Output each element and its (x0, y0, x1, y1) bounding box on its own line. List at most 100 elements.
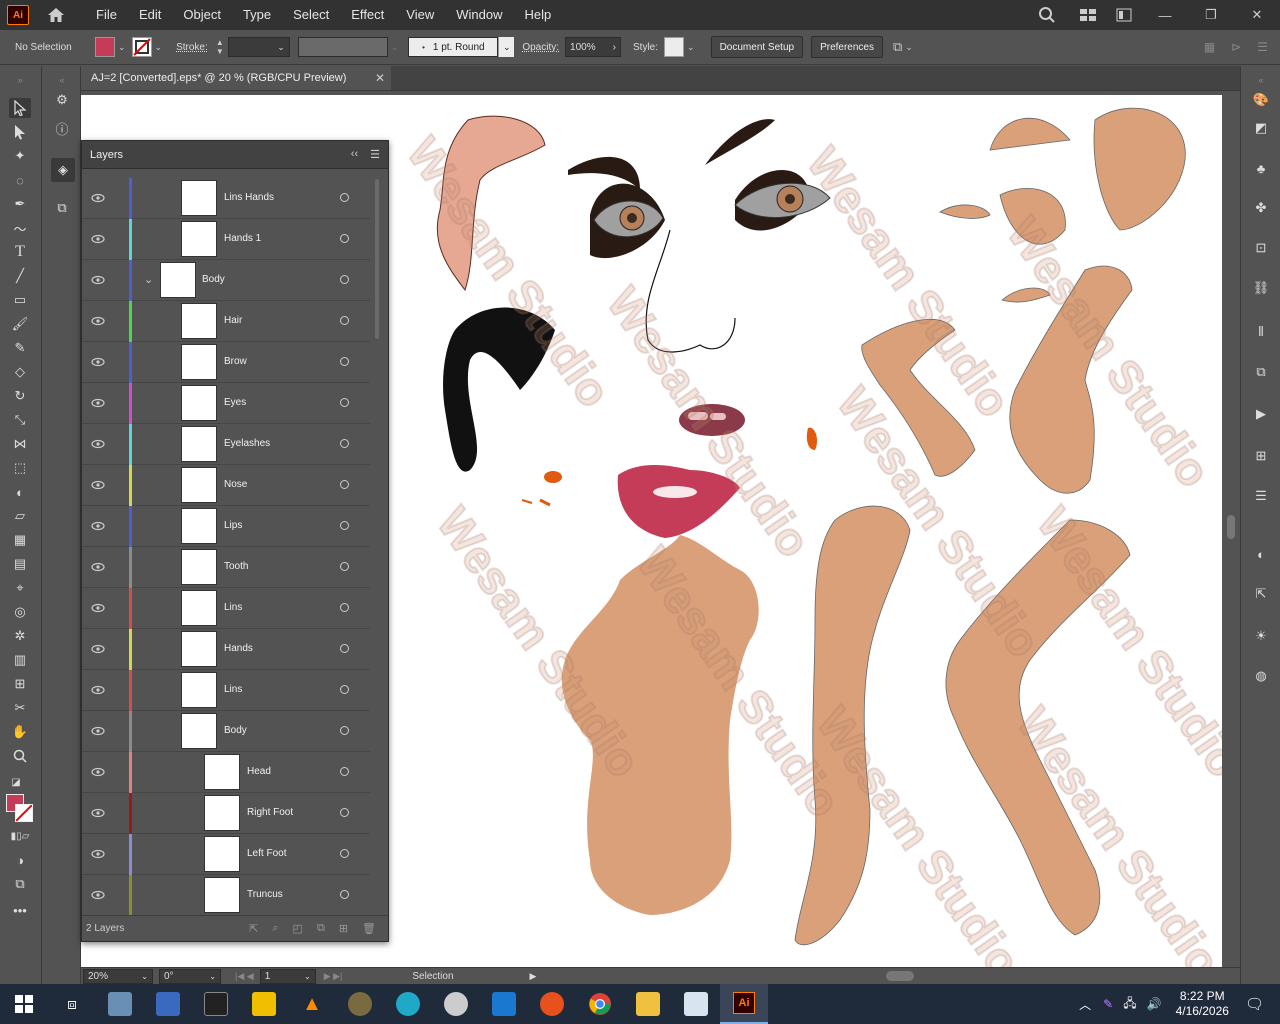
chrome-icon[interactable] (576, 984, 624, 1024)
layer-name[interactable]: Hands (224, 643, 253, 654)
variable-width-profile[interactable] (297, 37, 388, 57)
curvature-icon[interactable]: 〜 (9, 218, 31, 238)
pen-tool-icon[interactable]: ✒ (9, 194, 31, 214)
layer-row[interactable]: ›Lins (82, 588, 370, 629)
line-tool-icon[interactable]: ╱ (9, 266, 31, 286)
chevron-down-icon[interactable]: ⌄ (498, 37, 515, 57)
layer-name[interactable]: Lins (224, 684, 242, 695)
menu-type[interactable]: Type (232, 0, 282, 30)
menu-object[interactable]: Object (172, 0, 232, 30)
more-tools-icon[interactable]: ••• (9, 900, 31, 920)
export-icon[interactable]: ⇱ (1250, 584, 1272, 604)
layer-row[interactable]: ›Lins (82, 670, 370, 711)
target-circle-icon[interactable] (340, 357, 349, 366)
visibility-eye-icon[interactable] (90, 807, 106, 819)
app-studio-icon[interactable] (192, 984, 240, 1024)
lasso-icon[interactable]: ◌ (9, 170, 31, 190)
layer-row[interactable]: ›Eyes (82, 383, 370, 424)
menu-window[interactable]: Window (445, 0, 513, 30)
chevron-up-icon[interactable]: ︿ (1079, 996, 1091, 1013)
layer-row[interactable]: ›Nose (82, 465, 370, 506)
target-circle-icon[interactable] (340, 644, 349, 653)
symbol-sprayer-icon[interactable]: ✲ (9, 626, 31, 646)
color-guide-icon[interactable]: ◩ (1250, 118, 1272, 138)
chevron-down-icon[interactable]: ⌄ (905, 42, 913, 53)
visibility-eye-icon[interactable] (90, 315, 106, 327)
collapse-panel-icon[interactable]: ‹‹ (351, 148, 358, 161)
target-circle-icon[interactable] (340, 398, 349, 407)
firefox-icon[interactable] (528, 984, 576, 1024)
scroll-thumb[interactable] (1227, 515, 1235, 539)
scroll-thumb[interactable] (886, 971, 914, 981)
brush-definition[interactable]: • 1 pt. Round (408, 37, 499, 57)
shaper-icon[interactable]: ✎ (9, 338, 31, 358)
collapse-icon[interactable]: » (9, 70, 31, 90)
visibility-eye-icon[interactable] (90, 643, 106, 655)
scale-icon[interactable]: ⤡ (9, 410, 31, 430)
artboards-icon[interactable]: ⧉ (51, 198, 73, 218)
rotate-icon[interactable]: ↻ (9, 386, 31, 406)
transform-panel-icon[interactable]: ⊞ (1250, 446, 1272, 466)
status-menu-icon[interactable]: ▶ (530, 971, 537, 982)
app-inkscape-icon[interactable] (432, 984, 480, 1024)
artboard-icon[interactable]: ⊞ (9, 674, 31, 694)
visibility-eye-icon[interactable] (90, 479, 106, 491)
windows-start-icon[interactable] (0, 984, 48, 1024)
collapse-icon[interactable]: « (51, 70, 73, 90)
width-tool-icon[interactable]: ⋈ (9, 434, 31, 454)
target-circle-icon[interactable] (340, 193, 349, 202)
path-icon[interactable]: ⊳ (1231, 40, 1241, 54)
target-circle-icon[interactable] (340, 521, 349, 530)
next-artboard-icon[interactable]: ▶ ▶| (324, 971, 343, 982)
gradient-icon[interactable]: ▤ (9, 554, 31, 574)
first-artboard-icon[interactable]: |◀ ◀ (235, 971, 254, 982)
scroll-thumb[interactable] (375, 179, 379, 339)
preferences-button[interactable]: Preferences (811, 36, 883, 58)
target-circle-icon[interactable] (340, 316, 349, 325)
volume-icon[interactable]: 🔊 (1147, 997, 1162, 1011)
clipping-mask-icon[interactable]: ◰ (293, 922, 303, 935)
brushes-icon[interactable]: ✤ (1250, 198, 1272, 218)
magic-wand-icon[interactable]: ✦ (9, 146, 31, 166)
app-player-icon[interactable] (240, 984, 288, 1024)
close-window-icon[interactable]: ✕ (1234, 0, 1280, 30)
workspace-icon[interactable] (1070, 0, 1106, 30)
draw-mode-icon[interactable]: ◑ (9, 850, 31, 870)
actions-icon[interactable]: ▶ (1250, 404, 1272, 424)
layer-name[interactable]: Eyes (224, 397, 246, 408)
layer-name[interactable]: Body (202, 274, 225, 285)
target-circle-icon[interactable] (340, 767, 349, 776)
align-icon[interactable]: ⧉ (893, 39, 902, 55)
stroke-color-icon[interactable] (15, 804, 33, 822)
direct-selection-tool-icon[interactable] (9, 122, 31, 142)
appearance-icon[interactable]: ◐ (1250, 544, 1272, 564)
artboard-field[interactable]: 1 ⌄ (259, 968, 316, 984)
menu-help[interactable]: Help (513, 0, 562, 30)
align-panel-icon[interactable]: ⫴ (1250, 322, 1272, 342)
layer-row[interactable]: ›Head (82, 752, 370, 793)
layer-name[interactable]: Nose (224, 479, 247, 490)
layer-name[interactable]: Lips (224, 520, 242, 531)
menu-edit[interactable]: Edit (128, 0, 172, 30)
rectangle-tool-icon[interactable]: ▭ (9, 290, 31, 310)
target-circle-icon[interactable] (340, 562, 349, 571)
color-icon[interactable]: 🎨 (1250, 90, 1272, 110)
visibility-eye-icon[interactable] (90, 192, 106, 204)
clock[interactable]: 8:22 PM 4/16/2026 (1176, 989, 1229, 1019)
target-circle-icon[interactable] (340, 439, 349, 448)
layer-row[interactable]: ›Hair (82, 301, 370, 342)
transform-icon[interactable]: ▦ (1204, 40, 1215, 54)
layer-name[interactable]: Hair (224, 315, 242, 326)
document-setup-button[interactable]: Document Setup (710, 36, 804, 58)
chevron-down-icon[interactable]: ⌄ (144, 273, 153, 286)
stroke-stepper[interactable]: ▲ ▼ (214, 37, 226, 57)
layer-row[interactable]: ›Hands 1 (82, 219, 370, 260)
chevron-down-icon[interactable]: ⌄ (687, 42, 695, 53)
task-view-icon[interactable]: ⧈ (48, 984, 96, 1024)
new-sublayer-icon[interactable]: ⧉ (317, 922, 325, 935)
layer-name[interactable]: Eyelashes (224, 438, 270, 449)
notification-icon[interactable]: 🗨 (1245, 995, 1264, 1013)
app-store-icon[interactable] (480, 984, 528, 1024)
layer-row[interactable]: ›Lins Hands (82, 178, 370, 219)
close-icon[interactable]: ✕ (375, 71, 385, 85)
